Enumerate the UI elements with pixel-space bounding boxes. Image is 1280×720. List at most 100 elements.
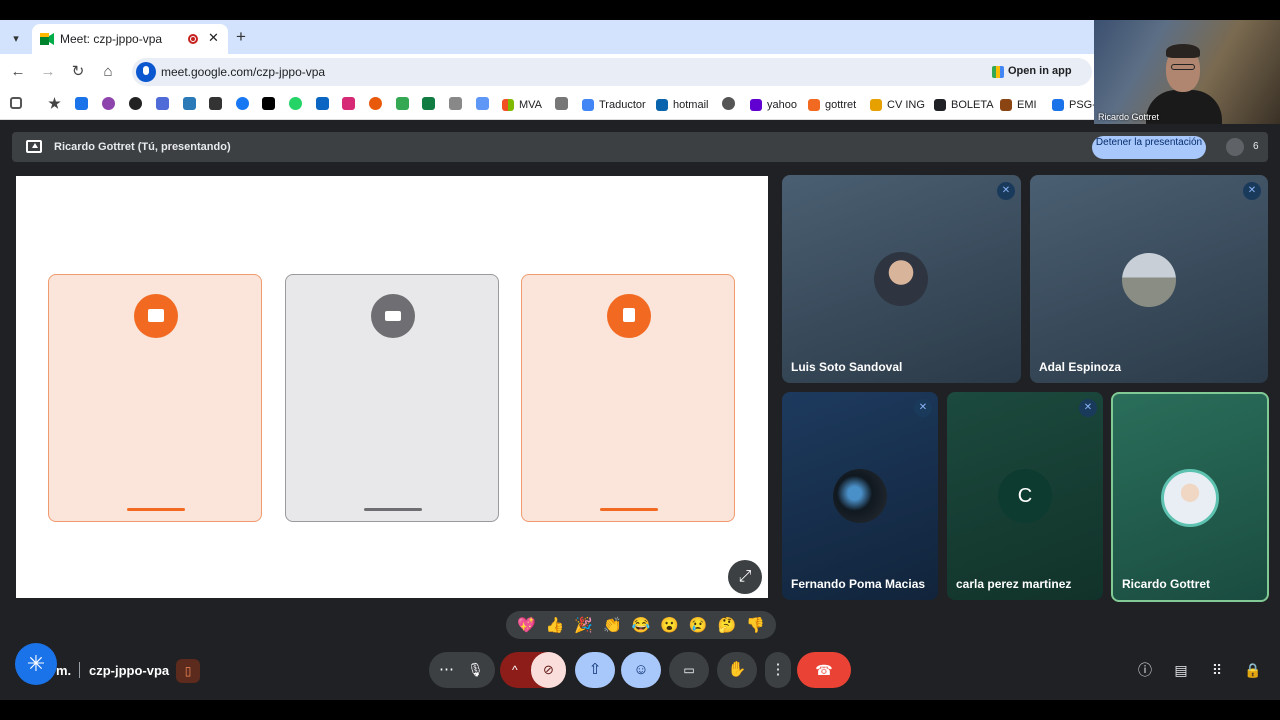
present-screen-button[interactable]: ⇧ xyxy=(575,652,615,688)
gottret-icon xyxy=(808,99,820,111)
bookmark-boleta[interactable]: BOLETA xyxy=(934,96,994,114)
meeting-info-icon[interactable]: ⓘ xyxy=(1135,660,1155,680)
facebook-icon[interactable] xyxy=(236,97,249,110)
bookmark-gottret[interactable]: gottret xyxy=(808,96,856,114)
clock-text-fragment: m. xyxy=(56,663,72,678)
x-icon[interactable] xyxy=(262,97,275,110)
bookmark-icon[interactable] xyxy=(102,97,115,110)
avatar xyxy=(1122,253,1176,307)
bookmark-icon[interactable] xyxy=(396,97,409,110)
participant-tile[interactable]: ✕ C carla perez martinez xyxy=(947,392,1103,600)
bookmark-icon[interactable] xyxy=(75,97,88,110)
laugh-reaction-icon[interactable]: 😂 xyxy=(632,616,651,634)
bookmark-icon[interactable] xyxy=(449,97,462,110)
bookmark-icon[interactable] xyxy=(156,97,169,110)
camera-control-group: ^ ⊘ xyxy=(500,652,566,688)
surprised-reaction-icon[interactable]: 😮 xyxy=(660,616,679,634)
gemini-icon[interactable]: ✳ xyxy=(15,643,57,685)
bookmark-icon[interactable] xyxy=(209,97,222,110)
omnibox[interactable]: meet.google.com/czp-jppo-vpa Open in app xyxy=(132,58,1092,86)
raise-hand-button[interactable]: ✋ xyxy=(717,652,757,688)
participant-tile[interactable]: ✕ Adal Espinoza xyxy=(1030,175,1268,383)
more-options-button[interactable]: ⋮ xyxy=(765,652,791,688)
microphone-icon[interactable]: 🎙 xyxy=(467,652,484,688)
people-icon[interactable] xyxy=(1226,138,1244,156)
party-reaction-icon[interactable]: 🎉 xyxy=(574,616,593,634)
reload-button[interactable]: ↻ xyxy=(69,63,87,81)
slide-card xyxy=(285,274,499,522)
fullscreen-expand-button[interactable]: ⤢ xyxy=(728,560,762,594)
muted-mic-icon: ✕ xyxy=(914,399,932,417)
open-in-app-button[interactable]: Open in app xyxy=(1008,65,1072,77)
tab-search-icon[interactable]: ▾ xyxy=(6,28,26,48)
bookmark-icon[interactable] xyxy=(369,97,382,110)
host-controls-icon[interactable]: 🔒 xyxy=(1243,660,1263,680)
tab-meet[interactable]: Meet: czp-jppo-vpa ✕ xyxy=(32,24,228,54)
stop-presenting-button[interactable]: Detener la presentación xyxy=(1092,136,1206,159)
bookmark-psg[interactable]: PSG- xyxy=(1052,96,1096,114)
home-button[interactable]: ⌂ xyxy=(99,63,117,81)
bookmark-yahoo[interactable]: yahoo xyxy=(750,96,797,114)
heart-reaction-icon[interactable]: 💖 xyxy=(517,616,536,634)
globe-icon[interactable] xyxy=(722,97,735,110)
thinking-reaction-icon[interactable]: 🤔 xyxy=(718,616,737,634)
bookmark-icon[interactable] xyxy=(183,97,196,110)
bookmark-cv-ing[interactable]: CV ING xyxy=(870,96,925,114)
bookmark-icon[interactable] xyxy=(555,97,568,110)
captions-button[interactable]: ▭ xyxy=(669,652,709,688)
participant-tile[interactable]: ✕ Fernando Poma Macias xyxy=(782,392,938,600)
apps-grid-icon[interactable] xyxy=(10,97,22,109)
camera-options-button[interactable]: ^ xyxy=(512,652,518,688)
bookmark-mva[interactable]: MVA xyxy=(502,96,542,114)
bookmark-icon[interactable] xyxy=(129,97,142,110)
thumbs-down-reaction-icon[interactable]: 👎 xyxy=(746,616,765,634)
new-tab-button[interactable]: + xyxy=(236,27,246,47)
more-mic-options-button[interactable]: ⋯ xyxy=(439,652,454,688)
bookmark-icon[interactable] xyxy=(422,97,435,110)
emoji-reactions-button[interactable]: ☺ xyxy=(621,652,661,688)
sad-reaction-icon[interactable]: 😢 xyxy=(689,616,708,634)
participant-tile-active-speaker[interactable]: Ricardo Gottret xyxy=(1111,392,1269,602)
yahoo-icon xyxy=(750,99,762,111)
linkedin-icon[interactable] xyxy=(316,97,329,110)
participant-tile[interactable]: ✕ Luis Soto Sandoval xyxy=(782,175,1021,383)
bookmark-icon[interactable] xyxy=(476,97,489,110)
self-video-preview[interactable]: Ricardo Gottret xyxy=(1094,20,1280,124)
whatsapp-icon[interactable] xyxy=(289,97,302,110)
chat-icon[interactable]: ▤ xyxy=(1171,660,1191,680)
camera-off-icon[interactable]: ⊘ xyxy=(531,652,566,688)
bookmark-label: gottret xyxy=(825,99,857,111)
bookmark-label: BOLETA xyxy=(951,99,994,111)
tab-close-button[interactable]: ✕ xyxy=(208,30,219,46)
mic-permission-icon[interactable] xyxy=(136,62,156,82)
instagram-icon[interactable] xyxy=(342,97,355,110)
forward-button[interactable]: → xyxy=(39,63,57,81)
slide-card xyxy=(48,274,262,522)
bookmark-emi[interactable]: EMI xyxy=(1000,96,1037,114)
avatar xyxy=(833,469,887,523)
open-app-icon xyxy=(992,66,1004,78)
address-bar-row: ← → ↻ ⌂ meet.google.com/czp-jppo-vpa Ope… xyxy=(0,54,1094,90)
back-button[interactable]: ← xyxy=(9,63,27,81)
presenting-banner: Ricardo Gottret (Tú, presentando) Detene… xyxy=(12,132,1268,162)
presentation-slide: ⤢ xyxy=(16,176,768,598)
emi-icon xyxy=(1000,99,1012,111)
activities-grid-icon[interactable]: ⠿ xyxy=(1207,660,1227,680)
slide-card xyxy=(521,274,735,522)
image-icon xyxy=(134,294,178,338)
bookmark-hotmail[interactable]: hotmail xyxy=(656,96,708,114)
star-icon[interactable] xyxy=(48,97,61,109)
url-text[interactable]: meet.google.com/czp-jppo-vpa xyxy=(161,65,325,79)
door-icon[interactable]: ▯ xyxy=(176,659,200,683)
participant-name: carla perez martinez xyxy=(956,577,1072,591)
bookmark-traductor[interactable]: Traductor xyxy=(582,96,646,114)
bookmark-label: CV ING xyxy=(887,99,925,111)
avatar: C xyxy=(998,469,1052,523)
person-hair xyxy=(1166,44,1200,58)
leave-call-button[interactable]: ☎ xyxy=(797,652,851,688)
bookmark-label: yahoo xyxy=(767,99,797,111)
clap-reaction-icon[interactable]: 👏 xyxy=(603,616,622,634)
meet-favicon-icon xyxy=(40,33,54,45)
thumbs-up-reaction-icon[interactable]: 👍 xyxy=(546,616,565,634)
mail-icon xyxy=(371,294,415,338)
